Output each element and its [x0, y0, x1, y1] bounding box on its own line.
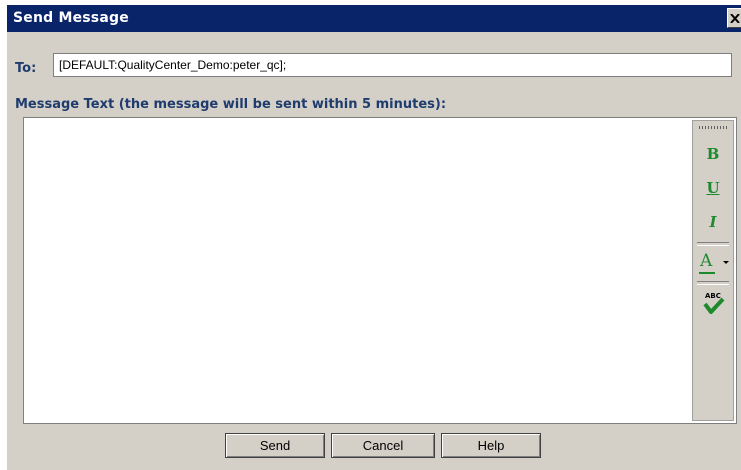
formatting-toolbar: B U I A ABC: [692, 120, 734, 421]
to-field[interactable]: [DEFAULT:QualityCenter_Demo:peter_qc];: [53, 53, 732, 77]
toolbar-separator: [697, 281, 729, 285]
bold-button[interactable]: B: [697, 142, 729, 166]
send-message-dialog: Send Message To: [DEFAULT:QualityCenter_…: [6, 4, 741, 470]
font-color-underline: [699, 272, 715, 274]
font-color-button[interactable]: A: [697, 249, 731, 277]
toolbar-separator: [697, 242, 729, 246]
spell-check-icon: ABC: [703, 292, 725, 314]
toolbar-grip[interactable]: [699, 126, 727, 129]
to-label: To:: [15, 61, 37, 76]
italic-button[interactable]: I: [697, 210, 729, 234]
spell-check-label: ABC: [705, 292, 721, 300]
close-button[interactable]: [727, 8, 741, 28]
dialog-buttons: Send Cancel Help: [7, 433, 741, 461]
close-icon: [730, 14, 740, 23]
dialog-title: Send Message: [13, 10, 129, 26]
spell-check-button[interactable]: ABC: [699, 289, 729, 319]
message-text-area[interactable]: [24, 118, 689, 423]
font-color-icon: A: [700, 251, 713, 271]
message-editor: B U I A ABC: [23, 117, 737, 424]
title-bar: Send Message: [7, 5, 741, 32]
chevron-down-icon[interactable]: [723, 261, 729, 264]
help-button[interactable]: Help: [441, 433, 541, 458]
send-button[interactable]: Send: [225, 433, 325, 458]
underline-button[interactable]: U: [697, 176, 729, 200]
cancel-button[interactable]: Cancel: [331, 433, 435, 458]
message-text-label: Message Text (the message will be sent w…: [15, 97, 447, 112]
